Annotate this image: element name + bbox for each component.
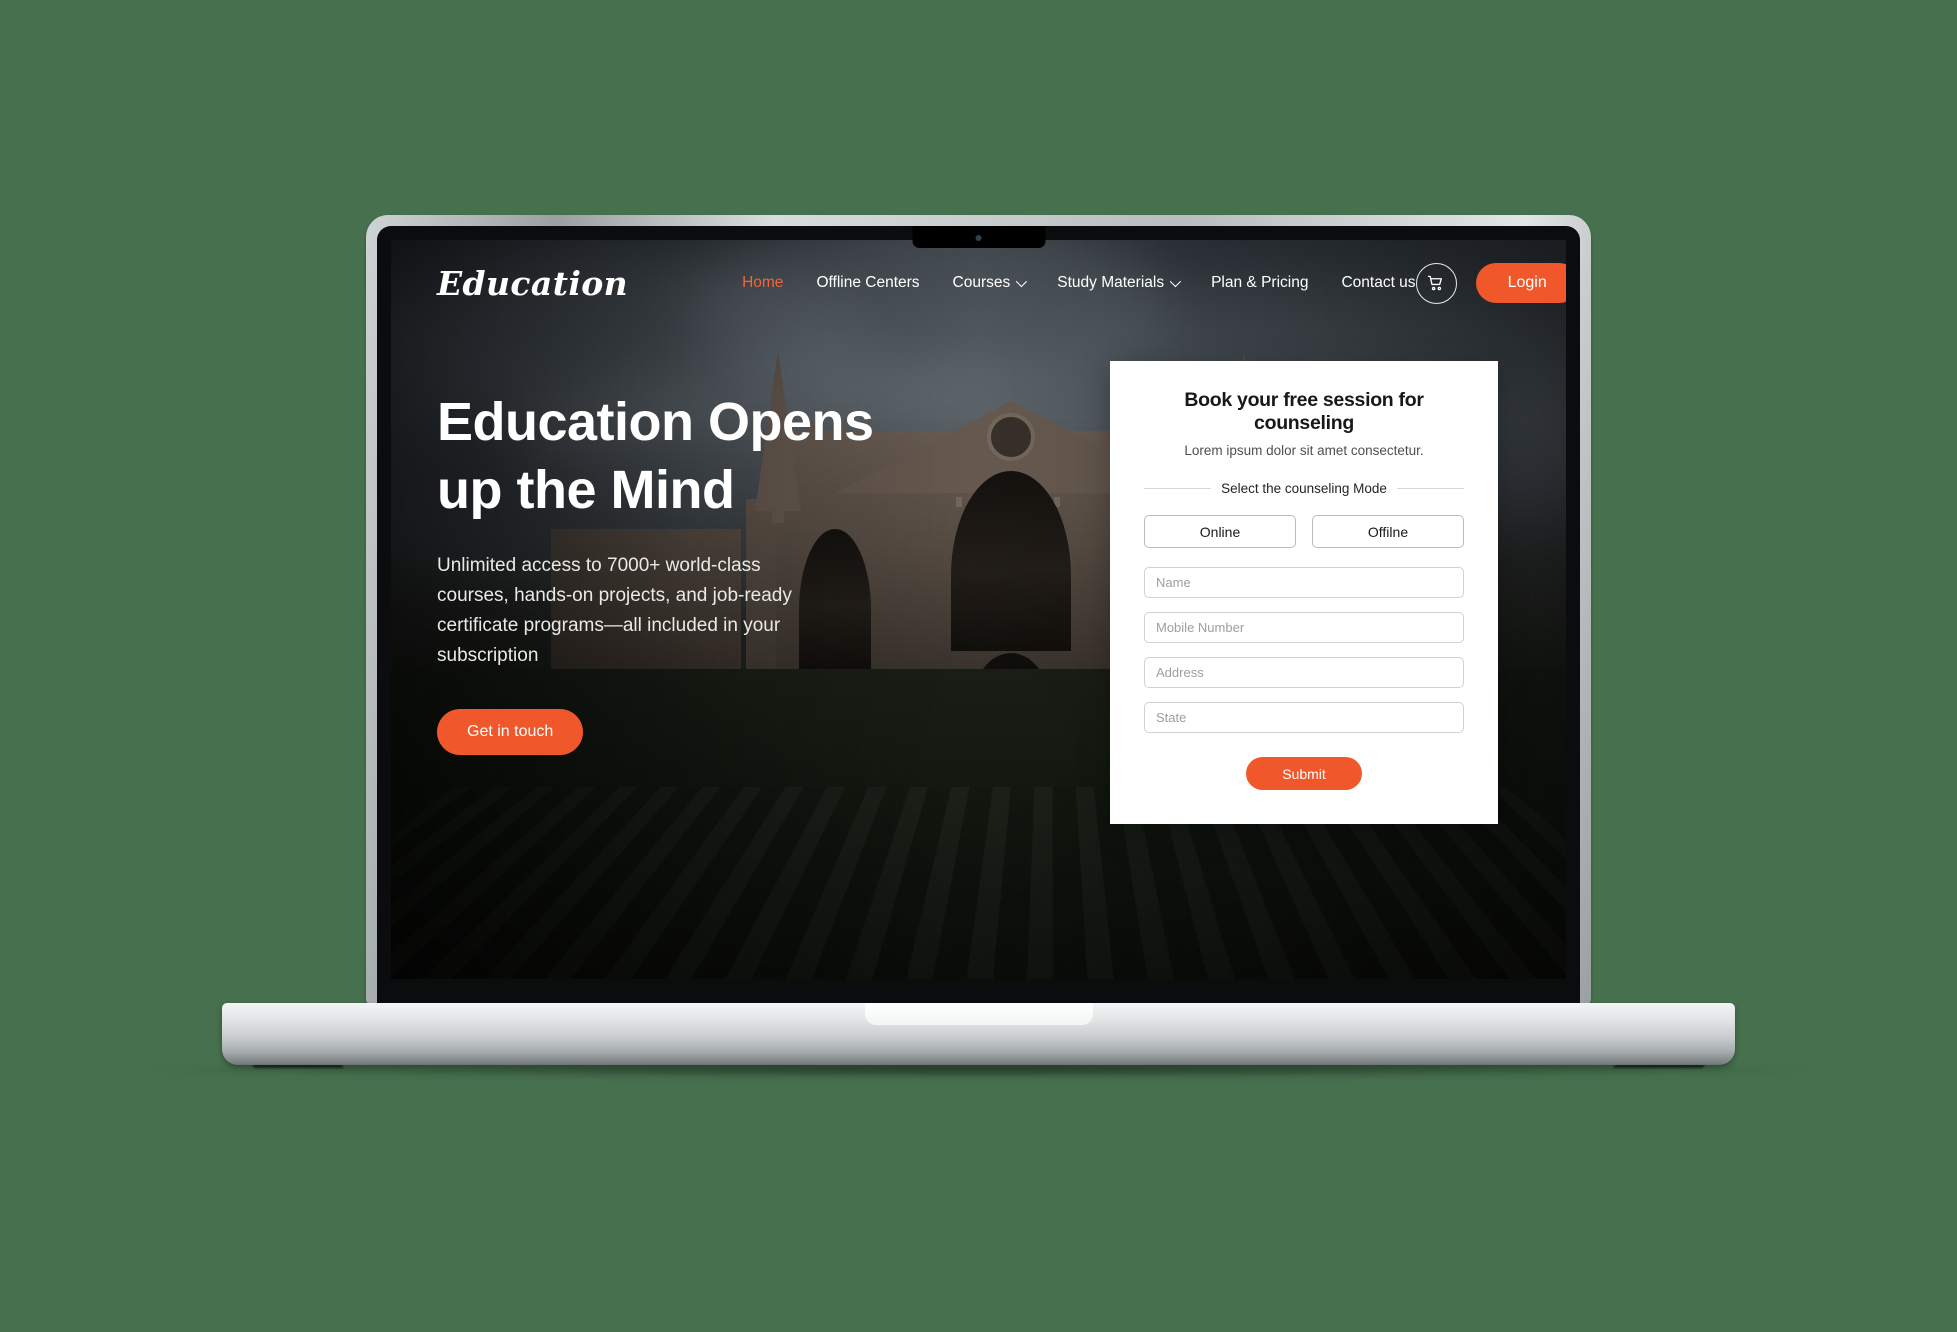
divider-rule-right — [1396, 488, 1465, 489]
site-logo[interactable]: Education — [437, 264, 628, 303]
nav-link-contact-us[interactable]: Contact us — [1341, 274, 1415, 292]
screen-notch — [912, 226, 1045, 248]
camera-icon — [975, 235, 982, 241]
mode-online-button[interactable]: Online — [1144, 515, 1296, 548]
shopping-cart-icon — [1427, 275, 1443, 290]
nav-link-plan-and-pricing[interactable]: Plan & Pricing — [1211, 274, 1308, 292]
screen-viewport: Education Home Offline Centers Courses S… — [391, 240, 1566, 979]
nav-link-label: Study Materials — [1057, 274, 1165, 291]
nav-link-courses[interactable]: Courses — [952, 274, 1028, 292]
navbar-actions: Login — [1415, 262, 1566, 304]
nav-link-label: Plan & Pricing — [1211, 274, 1309, 291]
headline-line-2: up the Mind — [437, 460, 735, 521]
hero-subtext: Unlimited access to 7000+ world-class co… — [437, 555, 792, 667]
chevron-down-icon — [1169, 275, 1182, 288]
nav-links: Home Offline Centers Courses Study Mater… — [742, 274, 1415, 292]
name-input[interactable] — [1144, 567, 1464, 598]
laptop-lid: Education Home Offline Centers Courses S… — [366, 215, 1591, 1005]
nav-link-study-materials[interactable]: Study Materials — [1057, 274, 1182, 292]
page-title: Education Opens up the Mind — [437, 388, 917, 524]
submit-row: Submit — [1144, 733, 1464, 790]
mode-selector: Online Offilne — [1144, 515, 1464, 548]
nav-link-label: Courses — [952, 274, 1011, 291]
state-input[interactable] — [1144, 702, 1464, 733]
chevron-down-icon — [1016, 275, 1028, 288]
mobile-number-input[interactable] — [1144, 612, 1464, 643]
screen-bezel: Education Home Offline Centers Courses S… — [377, 226, 1580, 1005]
cart-button[interactable] — [1415, 262, 1457, 304]
laptop-mockup: Education Home Offline Centers Courses S… — [0, 0, 1957, 1332]
address-input[interactable] — [1144, 657, 1464, 688]
hero-content: Education Opens up the Mind Unlimited ac… — [437, 388, 917, 756]
counseling-form-card: Book your free session for counseling Lo… — [1110, 361, 1498, 824]
login-button[interactable]: Login — [1475, 263, 1566, 303]
form-subtitle: Lorem ipsum dolor sit amet consectetur. — [1184, 443, 1424, 458]
nav-link-label: Offline Centers — [816, 274, 920, 291]
laptop-base — [222, 1003, 1735, 1065]
nav-link-label: Home — [742, 274, 784, 291]
mode-offline-button[interactable]: Offilne — [1312, 515, 1464, 548]
divider-rule-left — [1144, 488, 1212, 489]
nav-link-home[interactable]: Home — [742, 274, 783, 292]
mode-divider: Select the counseling Mode — [1144, 481, 1465, 496]
form-title: Book your free session for counseling — [1184, 389, 1424, 434]
headline-line-1: Education Opens — [437, 392, 874, 452]
nav-link-offline-centers[interactable]: Offline Centers — [816, 274, 919, 292]
mode-divider-label: Select the counseling Mode — [1221, 481, 1387, 496]
get-in-touch-button[interactable]: Get in touch — [437, 709, 584, 756]
submit-button[interactable]: Submit — [1246, 757, 1362, 790]
navbar: Education Home Offline Centers Courses S… — [391, 240, 1566, 326]
nav-link-label: Contact us — [1341, 274, 1416, 291]
